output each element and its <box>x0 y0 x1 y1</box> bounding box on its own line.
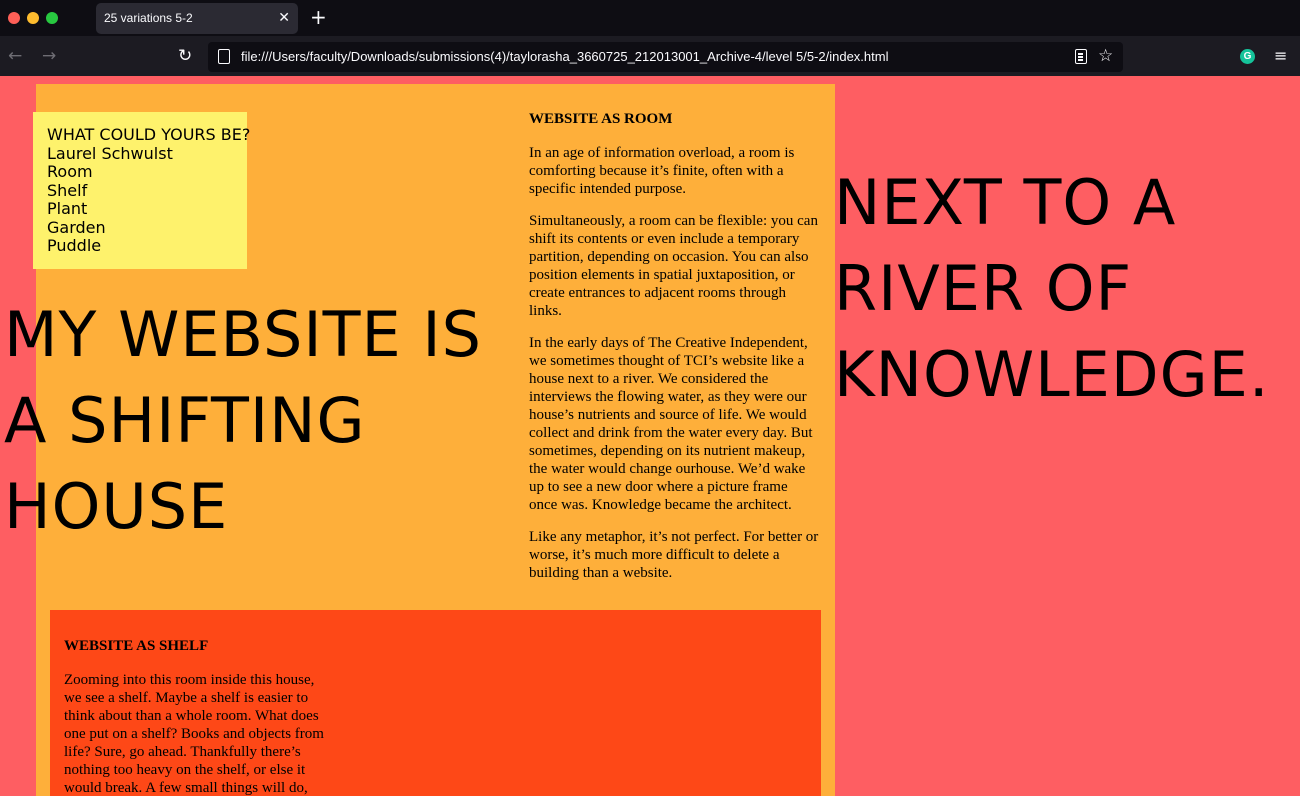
shelf-title: WEBSITE AS SHELF <box>64 638 209 654</box>
reader-view-icon[interactable] <box>1075 49 1087 64</box>
forward-arrow-icon[interactable]: → <box>42 45 56 67</box>
nav-heading: WHAT COULD YOURS BE? <box>47 125 251 144</box>
page-viewport: WHAT COULD YOURS BE? Laurel Schwulst Roo… <box>0 76 1300 796</box>
browser-chrome: 25 variations 5-2 ✕ + ← → ↻ file:///User… <box>0 0 1300 76</box>
bookmark-star-icon[interactable]: ☆ <box>1098 45 1113 67</box>
headline-line: MY WEBSITE IS <box>4 298 483 371</box>
headline-line: KNOWLEDGE. <box>834 338 1270 411</box>
room-paragraph: Simultaneously, a room can be flexible: … <box>529 213 818 319</box>
page-icon <box>218 49 230 64</box>
side-headline: NEXT TO A RIVER OF KNOWLEDGE. <box>834 160 1270 418</box>
headline-line: HOUSE <box>4 470 229 543</box>
minimize-window-button[interactable] <box>27 12 39 24</box>
main-headline: MY WEBSITE IS A SHIFTING HOUSE <box>4 292 482 550</box>
tab-bar: 25 variations 5-2 ✕ + <box>0 0 1300 36</box>
tab-title: 25 variations 5-2 <box>104 11 193 25</box>
headline-line: RIVER OF <box>834 252 1133 325</box>
shelf-paragraph: Zooming into this room inside this house… <box>64 672 324 796</box>
nav-link-garden[interactable]: Garden <box>47 218 247 238</box>
grammarly-extension-icon[interactable]: G <box>1240 49 1255 64</box>
reload-icon[interactable]: ↻ <box>178 45 192 67</box>
nav-link-room[interactable]: Room <box>47 162 247 182</box>
room-paragraph: In the early days of The Creative Indepe… <box>529 335 813 513</box>
room-paragraph: In an age of information overload, a roo… <box>529 145 795 197</box>
menu-icon[interactable]: ≡ <box>1274 45 1287 67</box>
variations-nav: WHAT COULD YOURS BE? Laurel Schwulst Roo… <box>33 112 251 269</box>
new-tab-icon[interactable]: + <box>310 6 327 28</box>
close-icon[interactable]: ✕ <box>278 9 290 27</box>
url-text[interactable]: file:///Users/faculty/Downloads/submissi… <box>241 49 888 64</box>
headline-line: A SHIFTING <box>4 384 366 457</box>
room-article: WEBSITE AS ROOM In an age of information… <box>529 110 819 596</box>
shelf-article: WEBSITE AS SHELF Zooming into this room … <box>64 637 326 796</box>
maximize-window-button[interactable] <box>46 12 58 24</box>
room-paragraph: Like any metaphor, it’s not perfect. For… <box>529 529 819 581</box>
headline-line: NEXT TO A <box>834 166 1177 239</box>
nav-link-shelf[interactable]: Shelf <box>47 181 247 201</box>
address-bar[interactable]: file:///Users/faculty/Downloads/submissi… <box>208 42 1123 72</box>
back-arrow-icon[interactable]: ← <box>8 45 22 67</box>
nav-link-puddle[interactable]: Puddle <box>47 236 247 256</box>
close-window-button[interactable] <box>8 12 20 24</box>
nav-link-laurel-schwulst[interactable]: Laurel Schwulst <box>47 144 247 164</box>
tab-active[interactable]: 25 variations 5-2 ✕ <box>96 3 298 34</box>
room-title: WEBSITE AS ROOM <box>529 111 673 127</box>
nav-link-plant[interactable]: Plant <box>47 199 247 219</box>
